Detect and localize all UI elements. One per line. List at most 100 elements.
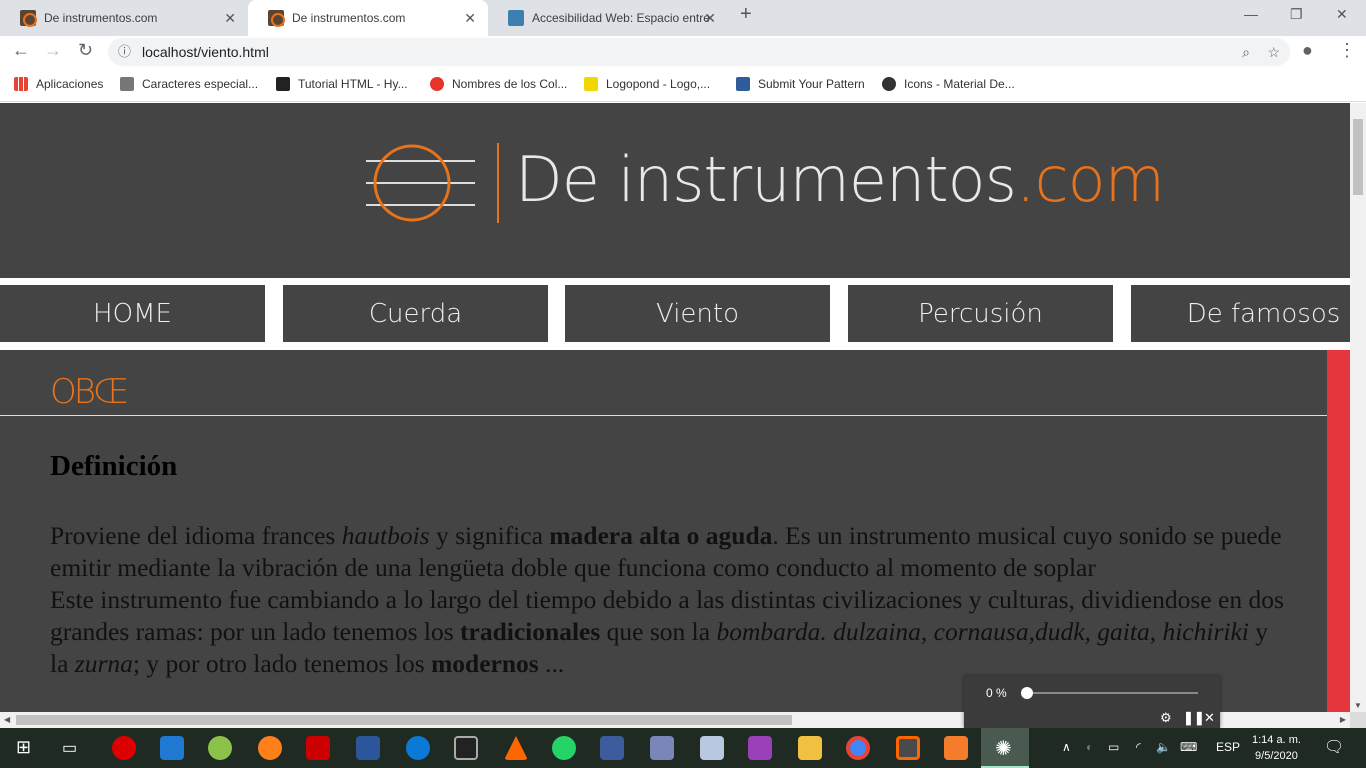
- apps-grid-icon: [14, 77, 28, 91]
- paragraph-segment: madera alta o aguda: [549, 521, 773, 550]
- forward-icon[interactable]: →: [44, 40, 62, 61]
- bookmark-item[interactable]: Tutorial HTML - Hy...: [276, 77, 408, 91]
- nav-home[interactable]: HOME: [0, 285, 265, 342]
- start-windows-icon[interactable]: ⊞: [16, 737, 31, 758]
- whatsapp-icon[interactable]: [552, 736, 576, 760]
- brightness-icon: ✺: [995, 738, 1012, 760]
- language-indicator[interactable]: ESP: [1216, 740, 1240, 754]
- firefox-icon[interactable]: [258, 736, 282, 760]
- media-player-icon[interactable]: [454, 736, 478, 760]
- progress-label: 0 %: [986, 686, 1007, 700]
- scroll-right-icon[interactable]: ▶: [1340, 715, 1346, 724]
- bookmark-label: Tutorial HTML - Hy...: [298, 77, 408, 91]
- opera-icon[interactable]: [112, 736, 136, 760]
- scroll-thumb[interactable]: [1353, 119, 1363, 195]
- restore-icon[interactable]: ❐: [1290, 6, 1303, 23]
- date: 9/5/2020: [1255, 750, 1298, 762]
- close-tab-icon[interactable]: ✕: [704, 10, 716, 27]
- bookmark-label: Icons - Material De...: [904, 77, 1015, 91]
- bookmark-item[interactable]: Icons - Material De...: [882, 77, 1015, 91]
- file-explorer-icon[interactable]: [798, 736, 822, 760]
- keyboard-icon[interactable]: ⌨: [1180, 740, 1197, 754]
- paragraph-segment: tradicionales: [460, 617, 601, 646]
- bookmarks-bar: Aplicaciones Caracteres especial... Tuto…: [0, 66, 1366, 102]
- word-icon[interactable]: [356, 736, 380, 760]
- chrome-icon[interactable]: [846, 736, 870, 760]
- pause-icon[interactable]: ❚❚: [1183, 710, 1205, 726]
- scroll-thumb[interactable]: [16, 715, 792, 725]
- section-heading: Definición: [50, 450, 178, 482]
- bookmark-label: Aplicaciones: [36, 77, 104, 91]
- app-icon[interactable]: [700, 736, 724, 760]
- profile-icon[interactable]: ●: [1302, 40, 1313, 61]
- clock[interactable]: 1:14 a. m. 9/5/2020: [1252, 732, 1301, 764]
- tab-1[interactable]: De instrumentos.com ✕: [0, 0, 248, 36]
- logo-emblem-icon: [366, 143, 499, 223]
- new-tab-icon[interactable]: +: [740, 3, 752, 26]
- bookmark-icon: [736, 77, 750, 91]
- mail-icon[interactable]: [160, 736, 184, 760]
- slider-knob[interactable]: [1021, 687, 1033, 699]
- task-view-icon[interactable]: ▭: [62, 738, 77, 758]
- vertical-scrollbar[interactable]: ▼: [1350, 103, 1366, 712]
- tab-2[interactable]: De instrumentos.com ✕: [248, 0, 488, 36]
- paragraph-segment: ...: [538, 649, 565, 678]
- tab-3[interactable]: Accesibilidad Web: Espacio entre ✕: [488, 0, 728, 36]
- nav-percusion[interactable]: Percusión: [848, 285, 1113, 342]
- zoom-icon[interactable]: ⌕: [1242, 38, 1250, 66]
- sublime-icon[interactable]: [896, 736, 920, 760]
- volume-icon[interactable]: 🔈: [1156, 740, 1171, 754]
- reload-icon[interactable]: ↻: [78, 40, 93, 61]
- show-hidden-icons-icon[interactable]: ∧: [1062, 740, 1071, 754]
- url-text: localhost/viento.html: [142, 44, 269, 60]
- bookmark-label: Submit Your Pattern: [758, 77, 865, 91]
- bookmark-item[interactable]: Nombres de los Col...: [430, 77, 567, 91]
- back-icon[interactable]: ←: [12, 40, 30, 61]
- bookmark-icon: [430, 77, 444, 91]
- bookmark-item[interactable]: Logopond - Logo,...: [584, 77, 710, 91]
- scrollbar-corner: [1350, 712, 1366, 728]
- address-bar[interactable]: ⓘ localhost/viento.html ⌕ ☆: [108, 38, 1290, 66]
- divider: [0, 415, 1327, 416]
- settings-gear-icon[interactable]: ⚙: [1160, 710, 1172, 726]
- info-icon: ⓘ: [118, 44, 132, 59]
- edge-icon[interactable]: [406, 736, 430, 760]
- minimize-icon[interactable]: —: [1244, 6, 1258, 22]
- definition-paragraph: Proviene del idioma frances hautbois y s…: [50, 520, 1290, 680]
- bookmark-label: Caracteres especial...: [142, 77, 259, 91]
- nav-viento[interactable]: Viento: [565, 285, 830, 342]
- wifi-icon[interactable]: ◜: [1136, 740, 1141, 754]
- close-tab-icon[interactable]: ✕: [224, 10, 236, 27]
- itunes-icon[interactable]: [748, 736, 772, 760]
- close-tab-icon[interactable]: ✕: [464, 10, 476, 27]
- vlc-icon[interactable]: [504, 736, 528, 760]
- night-light-icon[interactable]: ◐: [1086, 740, 1093, 754]
- paint-icon[interactable]: [208, 736, 232, 760]
- progress-slider[interactable]: [1026, 692, 1198, 694]
- reader-widget: 0 % ⚙ ❚❚ ✕: [964, 676, 1220, 728]
- site-favicon-icon: [20, 10, 37, 27]
- site-favicon-icon: [508, 10, 524, 26]
- app-icon[interactable]: [600, 736, 624, 760]
- web-page: De instrumentos.com HOME Cuerda Viento P…: [0, 103, 1350, 712]
- site-logo[interactable]: De instrumentos.com: [515, 143, 1165, 216]
- close-window-icon[interactable]: ✕: [1336, 6, 1348, 23]
- nav-cuerda[interactable]: Cuerda: [283, 285, 548, 342]
- scroll-down-icon[interactable]: ▼: [1354, 701, 1362, 710]
- battery-icon[interactable]: ▭: [1108, 740, 1119, 754]
- nav-de-famosos[interactable]: De famosos: [1131, 285, 1350, 342]
- close-icon[interactable]: ✕: [1204, 710, 1215, 726]
- reader-app-taskbar-button[interactable]: ✺: [981, 728, 1029, 768]
- menu-icon[interactable]: ⋮: [1338, 40, 1356, 61]
- acrobat-icon[interactable]: [306, 736, 330, 760]
- bookmark-apps[interactable]: Aplicaciones: [14, 77, 103, 91]
- scroll-left-icon[interactable]: ◀: [4, 715, 10, 724]
- tab-title: Accesibilidad Web: Espacio entre: [532, 11, 710, 25]
- bookmark-item[interactable]: Caracteres especial...: [120, 77, 258, 91]
- xampp-icon[interactable]: [944, 736, 968, 760]
- side-accent-bar: [1327, 350, 1350, 712]
- dwp-icon[interactable]: [650, 736, 674, 760]
- bookmark-star-icon[interactable]: ☆: [1267, 38, 1280, 66]
- bookmark-item[interactable]: Submit Your Pattern: [736, 77, 865, 91]
- notifications-icon[interactable]: 🗨: [1324, 737, 1344, 757]
